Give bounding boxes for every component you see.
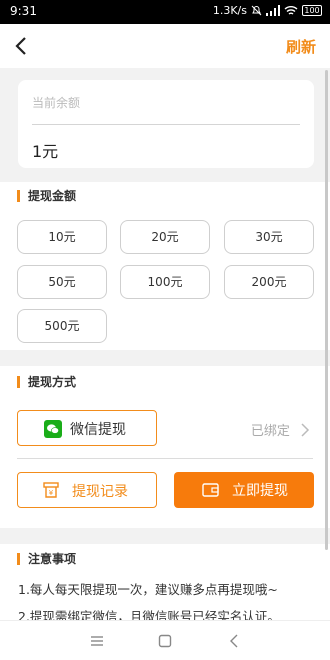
withdraw-history-button[interactable]: ¥ 提现记录: [17, 472, 157, 508]
method-section-title: 提现方式: [17, 376, 76, 388]
note-item: 1.每人每天限提现一次，建议赚多点再提现哦~: [18, 582, 278, 597]
status-time: 9:31: [10, 4, 37, 18]
system-nav-bar: [0, 620, 330, 660]
wechat-withdraw-button[interactable]: 微信提现: [17, 410, 157, 446]
battery-icon: 100: [302, 5, 322, 16]
svg-text:¥: ¥: [49, 489, 54, 497]
balance-label: 当前余额: [32, 96, 81, 110]
amount-option-20[interactable]: 20元: [120, 220, 210, 254]
withdraw-history-label: 提现记录: [72, 484, 128, 500]
notes-section: 注意事项 1.每人每天限提现一次，建议赚多点再提现哦~ 2.提现需绑定微信，且微…: [0, 544, 330, 624]
method-section: 提现方式 微信提现 已绑定 ¥ 提现记录 立即提现: [0, 366, 330, 528]
back-arrow-icon[interactable]: [10, 32, 36, 60]
balance-divider: [32, 124, 300, 125]
amount-option-50[interactable]: 50元: [17, 265, 107, 299]
notes-section-title: 注意事项: [17, 553, 76, 565]
balance-value: 1元: [32, 142, 59, 161]
amount-option-200[interactable]: 200元: [224, 265, 314, 299]
withdraw-now-label: 立即提现: [232, 483, 288, 499]
wallet-icon: [202, 483, 219, 497]
bound-status-label: 已绑定: [250, 424, 290, 439]
status-bar: 9:31 1.3K/s 100: [0, 0, 330, 24]
mute-bell-icon: [251, 5, 262, 16]
wifi-icon: [284, 6, 298, 15]
amount-option-100[interactable]: 100元: [120, 265, 210, 299]
scrollbar[interactable]: [325, 70, 328, 550]
amount-option-500[interactable]: 500元: [17, 309, 107, 343]
signal-icon: [266, 5, 280, 16]
amount-option-10[interactable]: 10元: [17, 220, 107, 254]
withdraw-now-button[interactable]: 立即提现: [174, 472, 314, 508]
amount-option-30[interactable]: 30元: [224, 220, 314, 254]
header-bar: 刷新: [0, 24, 330, 68]
wechat-icon: [44, 420, 62, 438]
receipt-icon: ¥: [43, 482, 59, 498]
balance-card: 当前余额 1元: [18, 80, 314, 168]
home-icon[interactable]: [158, 634, 172, 648]
amount-section-title: 提现金额: [17, 190, 76, 202]
back-nav-icon[interactable]: [228, 634, 240, 648]
wechat-withdraw-label: 微信提现: [70, 422, 126, 438]
bound-status[interactable]: 已绑定: [251, 420, 310, 439]
network-speed: 1.3K/s: [212, 4, 247, 17]
method-divider: [17, 458, 313, 459]
menu-icon[interactable]: [90, 635, 104, 647]
chevron-right-icon: [301, 423, 310, 437]
refresh-button[interactable]: 刷新: [286, 36, 316, 57]
amount-section: 提现金额 10元 20元 30元 50元 100元 200元 500元: [0, 182, 330, 350]
status-icons: 1.3K/s 100: [213, 4, 322, 17]
